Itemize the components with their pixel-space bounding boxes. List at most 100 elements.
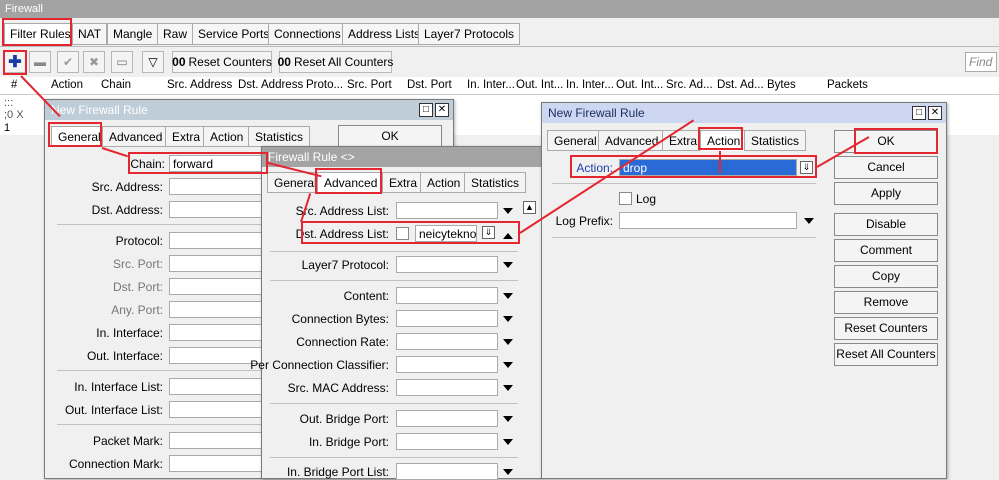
dropdown-arrow-icon[interactable] bbox=[503, 208, 513, 214]
maximize-icon[interactable]: □ bbox=[419, 103, 433, 117]
log-checkbox[interactable] bbox=[619, 192, 632, 205]
field-label: Content: bbox=[343, 289, 389, 303]
connection-bytes-field[interactable] bbox=[396, 310, 498, 327]
reset-counters-button[interactable]: Reset Counters bbox=[834, 317, 938, 340]
reset-counters-button[interactable]: 00 Reset Counters bbox=[172, 51, 272, 73]
tab-statistics[interactable]: Statistics bbox=[744, 130, 807, 151]
reset-all-counters-button[interactable]: Reset All Counters bbox=[834, 343, 938, 366]
column-header[interactable]: Dst. Ad... bbox=[717, 79, 764, 91]
tab-address-lists[interactable]: Address Lists bbox=[342, 23, 427, 45]
tab-action[interactable]: Action bbox=[203, 126, 251, 147]
layer7-protocol-field[interactable] bbox=[396, 256, 498, 273]
dropdown-arrow-icon[interactable] bbox=[503, 385, 513, 391]
tab-statistics[interactable]: Statistics bbox=[464, 172, 527, 193]
separator bbox=[270, 251, 518, 252]
packet-mark-field[interactable] bbox=[169, 432, 269, 449]
highlight-filter-rules bbox=[2, 18, 72, 46]
filter-icon[interactable]: ▽ bbox=[142, 51, 164, 73]
tab-layer7-protocols[interactable]: Layer7 Protocols bbox=[418, 23, 521, 45]
connector-line bbox=[719, 151, 721, 173]
tab-extra[interactable]: Extra bbox=[165, 126, 208, 147]
in-interface-field[interactable] bbox=[169, 324, 269, 341]
tab-mangle[interactable]: Mangle bbox=[107, 23, 159, 45]
out-bridge-port-field[interactable] bbox=[396, 410, 498, 427]
column-header[interactable]: In. Inter... bbox=[467, 79, 515, 91]
out-interface-list-field[interactable] bbox=[169, 401, 269, 418]
cancel-button[interactable]: Cancel bbox=[834, 156, 938, 179]
column-header[interactable]: Src. Port bbox=[347, 79, 392, 91]
tab-advanced[interactable]: Advanced bbox=[598, 130, 666, 151]
table-row[interactable]: ::: bbox=[4, 97, 13, 109]
maximize-icon[interactable]: □ bbox=[912, 106, 926, 120]
comment-icon[interactable]: ▭ bbox=[111, 51, 133, 73]
dropdown-arrow-icon[interactable] bbox=[503, 262, 513, 268]
column-header[interactable]: In. Inter... bbox=[566, 79, 614, 91]
column-header[interactable]: Chain bbox=[101, 79, 131, 91]
enable-icon[interactable]: ✔ bbox=[57, 51, 79, 73]
tab-nat[interactable]: NAT bbox=[72, 23, 108, 45]
dropdown-arrow-icon[interactable] bbox=[503, 362, 513, 368]
ok-button[interactable]: OK bbox=[338, 125, 442, 148]
dropdown-arrow-icon[interactable] bbox=[503, 316, 513, 322]
toolbar: ✚ ▬ ✔ ✖ ▭ ▽ 00 Reset Counters 00 Reset All… bbox=[0, 48, 999, 76]
reset-all-counters-button[interactable]: 00 Reset All Counters bbox=[278, 51, 393, 73]
column-header[interactable]: Packets bbox=[827, 79, 868, 91]
find-input[interactable]: Find bbox=[965, 52, 997, 72]
column-header[interactable]: Bytes bbox=[767, 79, 796, 91]
column-header[interactable]: # bbox=[11, 79, 17, 91]
in-interface-list-field[interactable] bbox=[169, 378, 269, 395]
separator bbox=[57, 370, 269, 371]
highlight-action-tab bbox=[698, 127, 743, 150]
src-address-field[interactable] bbox=[169, 178, 269, 195]
remove-button[interactable]: Remove bbox=[834, 291, 938, 314]
dropdown-arrow-icon[interactable] bbox=[503, 469, 513, 475]
tab-raw[interactable]: Raw bbox=[157, 23, 194, 45]
dst-address-field[interactable] bbox=[169, 201, 269, 218]
connection-rate-field[interactable] bbox=[396, 333, 498, 350]
column-header[interactable]: Dst. Port bbox=[407, 79, 452, 91]
tab-action[interactable]: Action bbox=[420, 172, 468, 193]
tab-statistics[interactable]: Statistics bbox=[248, 126, 311, 147]
dropdown-arrow-icon[interactable] bbox=[503, 439, 513, 445]
column-header[interactable]: Action bbox=[51, 79, 83, 91]
scroll-up-icon[interactable]: ▲ bbox=[523, 201, 536, 214]
dropdown-arrow-icon[interactable] bbox=[503, 339, 513, 345]
highlight-dst-address-list bbox=[301, 221, 520, 244]
dropdown-arrow-icon[interactable] bbox=[503, 293, 513, 299]
protocol-field[interactable] bbox=[169, 232, 269, 249]
tab-connections[interactable]: Connections bbox=[268, 23, 347, 45]
column-header[interactable]: Out. Int... bbox=[516, 79, 563, 91]
close-icon[interactable]: ✕ bbox=[928, 106, 942, 120]
log-prefix-field[interactable] bbox=[619, 212, 797, 229]
src-port-field[interactable] bbox=[169, 255, 269, 272]
tab-extra[interactable]: Extra bbox=[382, 172, 425, 193]
dropdown-arrow-icon[interactable] bbox=[503, 416, 513, 422]
close-icon[interactable]: ✕ bbox=[435, 103, 449, 117]
in-bridge-port-list-field[interactable] bbox=[396, 463, 498, 480]
per-connection-classifier-field[interactable] bbox=[396, 356, 498, 373]
column-header[interactable]: Dst. Address bbox=[238, 79, 303, 91]
tab-advanced[interactable]: Advanced bbox=[102, 126, 170, 147]
table-row[interactable]: ;0 X bbox=[4, 109, 24, 121]
column-header[interactable]: Out. Int... bbox=[616, 79, 663, 91]
copy-button[interactable]: Copy bbox=[834, 265, 938, 288]
any-port-field[interactable] bbox=[169, 301, 269, 318]
comment-button[interactable]: Comment bbox=[834, 239, 938, 262]
tab-general[interactable]: General bbox=[547, 130, 604, 151]
apply-button[interactable]: Apply bbox=[834, 182, 938, 205]
src-mac-address-field[interactable] bbox=[396, 379, 498, 396]
remove-icon[interactable]: ▬ bbox=[29, 51, 51, 73]
table-row[interactable]: 1 bbox=[4, 122, 10, 134]
dst-port-field[interactable] bbox=[169, 278, 269, 295]
column-header[interactable]: Src. Address bbox=[167, 79, 232, 91]
column-header[interactable]: Proto... bbox=[306, 79, 343, 91]
dropdown-arrow-icon[interactable] bbox=[804, 218, 814, 224]
in-bridge-port-field[interactable] bbox=[396, 433, 498, 450]
disable-icon[interactable]: ✖ bbox=[83, 51, 105, 73]
column-header[interactable]: Src. Ad... bbox=[666, 79, 713, 91]
src-address-list-field[interactable] bbox=[396, 202, 498, 219]
tab-service-ports[interactable]: Service Ports bbox=[192, 23, 276, 45]
disable-button[interactable]: Disable bbox=[834, 213, 938, 236]
content-field[interactable] bbox=[396, 287, 498, 304]
connection-mark-field[interactable] bbox=[169, 455, 269, 472]
